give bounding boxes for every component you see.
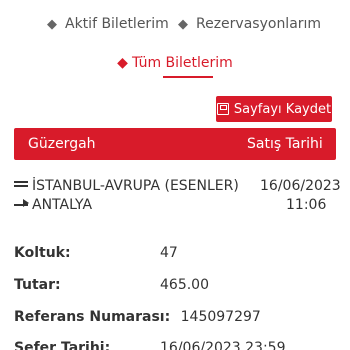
price-value: 465.00 <box>160 277 209 293</box>
route-to-text: ANTALYA <box>32 197 93 213</box>
column-header-sale-date: Satış Tarihi <box>247 136 323 152</box>
active-tab-underline <box>163 76 213 78</box>
tab-active-tickets[interactable]: ◆ Aktif Biletlerim <box>47 16 169 32</box>
trip-date-value: 16/06/2023 23:59 <box>160 340 286 350</box>
floppy-disk-icon <box>216 103 229 115</box>
tab-all-tickets-label: Tüm Biletlerim <box>131 55 233 71</box>
route-origin: İSTANBUL-AVRUPA (ESENLER) <box>14 178 239 194</box>
seat-row: Koltuk: 47 <box>14 245 178 261</box>
reference-row: Referans Numarası: 145097297 <box>14 309 261 325</box>
ticket-date: 16/06/2023 <box>260 178 341 194</box>
route-destination: ANTALYA <box>14 197 92 213</box>
tab-active-tickets-label: Aktif Biletlerim <box>65 16 169 32</box>
trip-date-label: Sefer Tarihi: <box>14 340 111 350</box>
ticket-table-header: Güzergah Satış Tarihi <box>14 128 336 160</box>
seat-value: 47 <box>160 245 178 261</box>
route-from-text: İSTANBUL-AVRUPA (ESENLER) <box>32 178 239 194</box>
reference-label: Referans Numarası: <box>14 309 171 325</box>
save-page-button-label: Sayfayı Kaydet <box>233 101 332 117</box>
save-page-button[interactable]: Sayfayı Kaydet <box>216 96 332 122</box>
reference-value: 145097297 <box>180 309 261 325</box>
tab-reservations[interactable]: ◆ Rezervasyonlarım <box>178 16 321 32</box>
column-header-route: Güzergah <box>28 136 96 152</box>
tag-icon: ◆ <box>117 55 128 71</box>
seat-label: Koltuk: <box>14 245 71 261</box>
tab-all-tickets[interactable]: ◆ Tüm Biletlerim <box>0 55 350 71</box>
tag-icon: ◆ <box>178 16 188 32</box>
price-label: Tutar: <box>14 277 61 293</box>
tag-icon: ◆ <box>47 16 57 32</box>
ticket-tabs: ◆ Aktif Biletlerim ◆ Rezervasyonlarım <box>0 16 350 38</box>
trip-date-row: Sefer Tarihi: 16/06/2023 23:59 <box>14 340 286 350</box>
price-row: Tutar: 465.00 <box>14 277 209 293</box>
tab-reservations-label: Rezervasyonlarım <box>196 16 322 32</box>
ticket-time: 11:06 <box>286 197 327 213</box>
